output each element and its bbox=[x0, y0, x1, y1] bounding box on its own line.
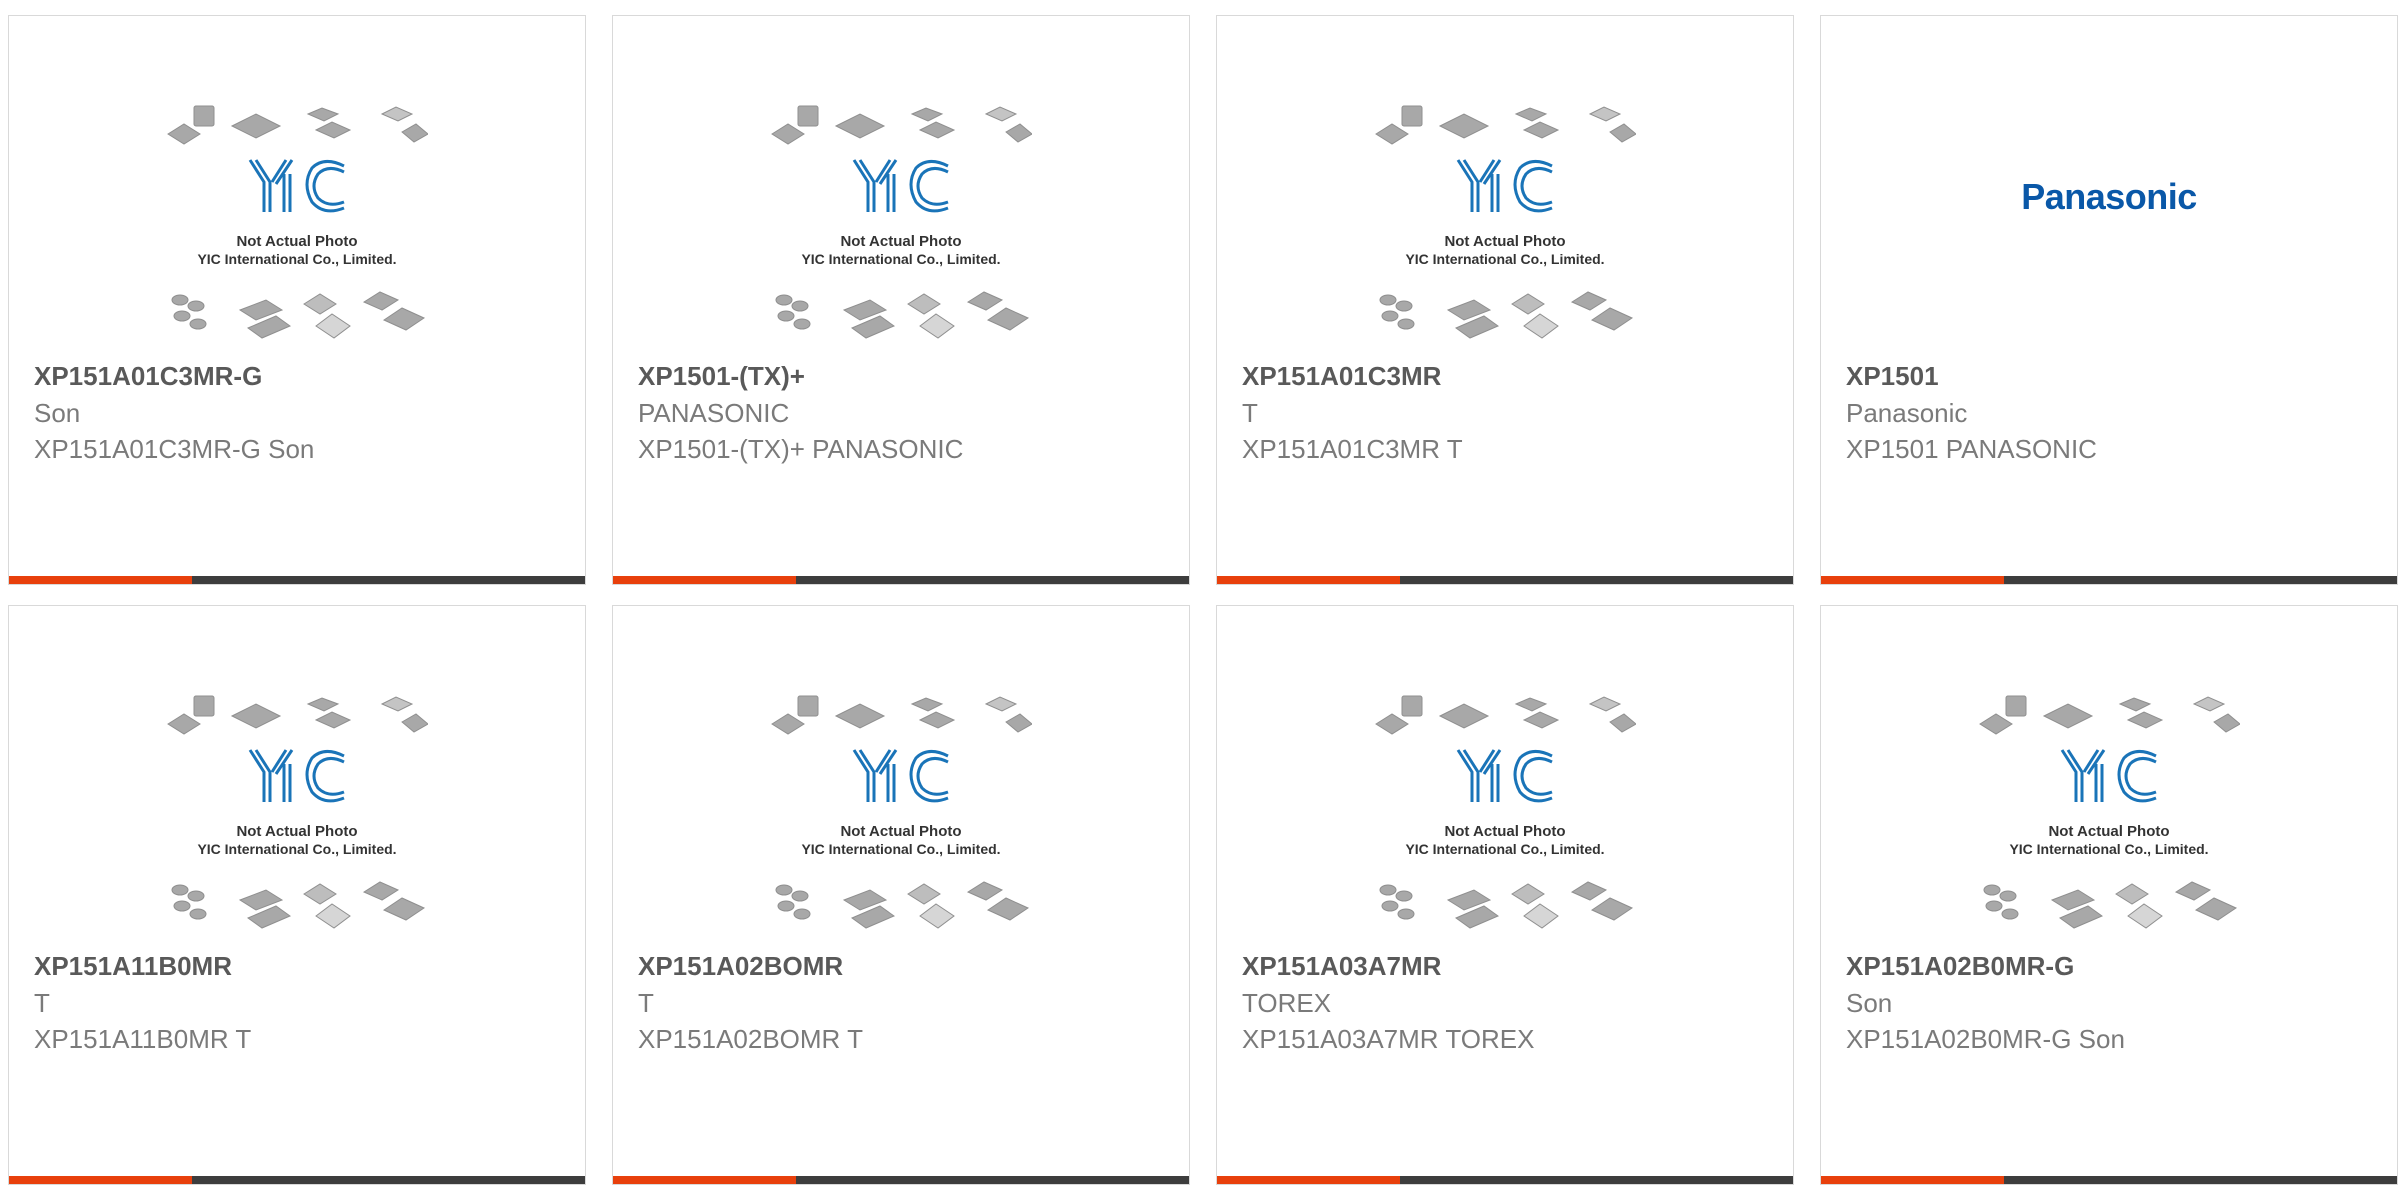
product-card[interactable]: Panasonic XP1501 Panasonic XP1501 PANASONIC bbox=[1820, 15, 2398, 585]
product-description: XP151A01C3MR-G Son bbox=[34, 434, 315, 464]
product-image-placeholder[interactable]: Not Actual Photo YIC International Co., … bbox=[1374, 104, 1636, 340]
card-footer-bar bbox=[9, 1176, 585, 1184]
card-footer-bar bbox=[1217, 1176, 1793, 1184]
product-description: XP151A11B0MR T bbox=[34, 1024, 252, 1054]
product-image-placeholder[interactable]: Not Actual Photo YIC International Co., … bbox=[1374, 694, 1636, 930]
brand-logo-text: Panasonic bbox=[2021, 176, 2197, 217]
product-image-placeholder[interactable]: Not Actual Photo YIC International Co., … bbox=[166, 104, 428, 340]
card-footer-bar bbox=[1821, 576, 2397, 584]
placeholder-caption-line1: Not Actual Photo bbox=[236, 823, 357, 840]
product-image-placeholder[interactable]: Not Actual Photo YIC International Co., … bbox=[770, 694, 1032, 930]
product-description: XP151A02BOMR T bbox=[638, 1024, 863, 1054]
placeholder-caption-line2: YIC International Co., Limited. bbox=[801, 251, 1000, 267]
product-card[interactable]: Not Actual Photo YIC International Co., … bbox=[1216, 605, 1794, 1185]
card-footer-accent bbox=[9, 1176, 192, 1184]
manufacturer-label: Panasonic bbox=[1846, 398, 1968, 428]
product-grid: Not Actual Photo YIC International Co., … bbox=[0, 0, 2400, 1185]
part-number-link[interactable]: XP151A02BOMR bbox=[638, 951, 843, 982]
card-footer-accent bbox=[1821, 576, 2004, 584]
card-footer-bar bbox=[9, 576, 585, 584]
manufacturer-label: T bbox=[638, 988, 654, 1018]
product-image-placeholder[interactable]: Not Actual Photo YIC International Co., … bbox=[166, 694, 428, 930]
part-number-link[interactable]: XP151A01C3MR-G bbox=[34, 361, 262, 392]
part-number-link[interactable]: XP151A01C3MR bbox=[1242, 361, 1441, 392]
brand-logo-image[interactable]: Panasonic bbox=[1821, 176, 2397, 218]
card-footer-accent bbox=[1217, 1176, 1400, 1184]
product-description: XP151A03A7MR TOREX bbox=[1242, 1024, 1535, 1054]
part-number-link[interactable]: XP151A11B0MR bbox=[34, 951, 232, 982]
card-footer-bar bbox=[613, 576, 1189, 584]
manufacturer-label: T bbox=[1242, 398, 1258, 428]
card-footer-accent bbox=[613, 576, 796, 584]
placeholder-caption-line1: Not Actual Photo bbox=[840, 823, 961, 840]
part-number-link[interactable]: XP151A03A7MR bbox=[1242, 951, 1441, 982]
card-footer-bar bbox=[1821, 1176, 2397, 1184]
placeholder-caption-line2: YIC International Co., Limited. bbox=[197, 251, 396, 267]
placeholder-caption-line1: Not Actual Photo bbox=[1444, 823, 1565, 840]
product-description: XP151A02B0MR-G Son bbox=[1846, 1024, 2125, 1054]
placeholder-caption-line1: Not Actual Photo bbox=[2048, 823, 2169, 840]
manufacturer-label: Son bbox=[34, 398, 81, 428]
manufacturer-label: T bbox=[34, 988, 50, 1018]
manufacturer-label: TOREX bbox=[1242, 988, 1332, 1018]
manufacturer-label: Son bbox=[1846, 988, 1893, 1018]
product-card[interactable]: Not Actual Photo YIC International Co., … bbox=[1820, 605, 2398, 1185]
product-description: XP151A01C3MR T bbox=[1242, 434, 1463, 464]
part-number-link[interactable]: XP151A02B0MR-G bbox=[1846, 951, 2074, 982]
card-footer-accent bbox=[1217, 576, 1400, 584]
product-card[interactable]: Not Actual Photo YIC International Co., … bbox=[612, 15, 1190, 585]
placeholder-caption-line2: YIC International Co., Limited. bbox=[2009, 841, 2208, 857]
product-image-placeholder[interactable]: Not Actual Photo YIC International Co., … bbox=[770, 104, 1032, 340]
placeholder-caption-line1: Not Actual Photo bbox=[236, 233, 357, 250]
placeholder-caption-line1: Not Actual Photo bbox=[840, 233, 961, 250]
product-card[interactable]: Not Actual Photo YIC International Co., … bbox=[612, 605, 1190, 1185]
product-description: XP1501-(TX)+ PANASONIC bbox=[638, 434, 964, 464]
product-image-placeholder[interactable]: Not Actual Photo YIC International Co., … bbox=[1978, 694, 2240, 930]
placeholder-caption-line2: YIC International Co., Limited. bbox=[1405, 841, 1604, 857]
placeholder-caption-line2: YIC International Co., Limited. bbox=[1405, 251, 1604, 267]
card-footer-accent bbox=[9, 576, 192, 584]
card-footer-accent bbox=[613, 1176, 796, 1184]
part-number-link[interactable]: XP1501-(TX)+ bbox=[638, 361, 805, 392]
part-number-link[interactable]: XP1501 bbox=[1846, 361, 1939, 392]
product-description: XP1501 PANASONIC bbox=[1846, 434, 2097, 464]
card-footer-accent bbox=[1821, 1176, 2004, 1184]
card-footer-bar bbox=[1217, 576, 1793, 584]
manufacturer-label: PANASONIC bbox=[638, 398, 790, 428]
product-card[interactable]: Not Actual Photo YIC International Co., … bbox=[8, 605, 586, 1185]
card-footer-bar bbox=[613, 1176, 1189, 1184]
placeholder-caption-line2: YIC International Co., Limited. bbox=[197, 841, 396, 857]
product-card[interactable]: Not Actual Photo YIC International Co., … bbox=[1216, 15, 1794, 585]
product-card[interactable]: Not Actual Photo YIC International Co., … bbox=[8, 15, 586, 585]
placeholder-caption-line2: YIC International Co., Limited. bbox=[801, 841, 1000, 857]
placeholder-caption-line1: Not Actual Photo bbox=[1444, 233, 1565, 250]
